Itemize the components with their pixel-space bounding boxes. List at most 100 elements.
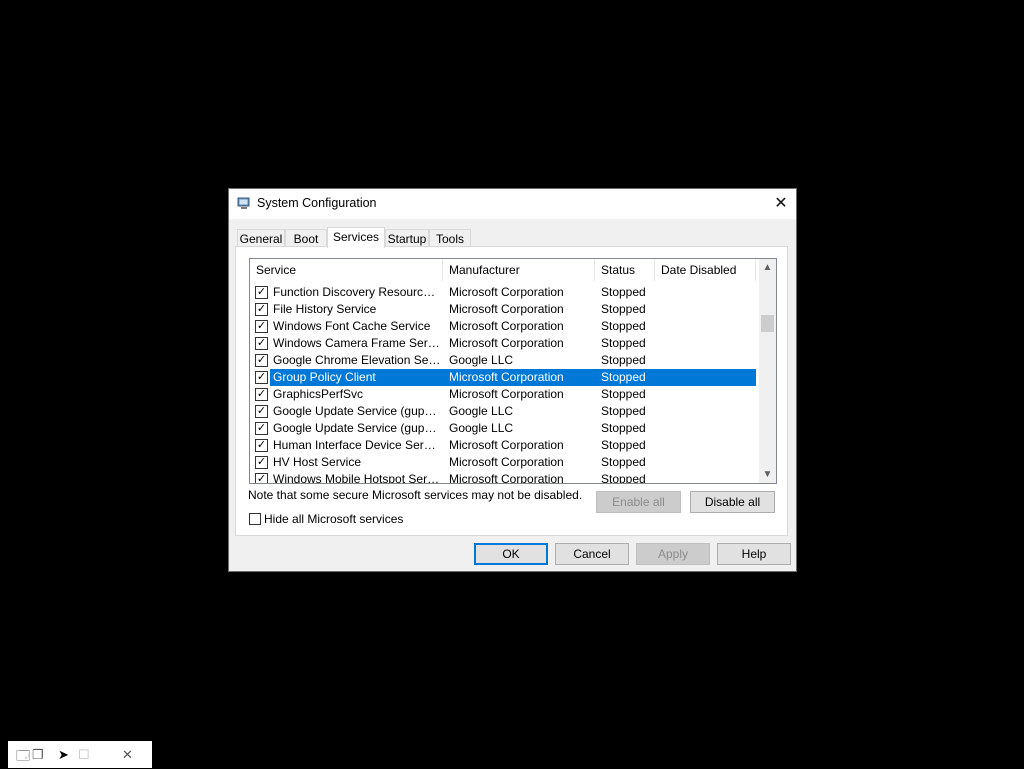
column-header-service[interactable]: Service (250, 259, 443, 281)
services-panel: Service Manufacturer Status Date Disable… (235, 246, 788, 536)
title-bar[interactable]: System Configuration ✕ (229, 189, 796, 219)
mouse-cursor-icon: ➤ (58, 747, 69, 762)
disable-all-button[interactable]: Disable all (690, 491, 775, 513)
service-name-cell: Human Interface Device Service (273, 438, 441, 452)
status-cell: Stopped (601, 387, 646, 401)
row-cells: Google Update Service (gupdatem) Google L… (270, 420, 756, 437)
service-checkbox[interactable]: ✓ (255, 388, 268, 401)
table-row[interactable]: ✓ GraphicsPerfSvc Microsoft Corporation Sto… (250, 386, 760, 403)
service-checkbox[interactable]: ✓ (255, 337, 268, 350)
service-checkbox[interactable]: ✓ (255, 473, 268, 483)
status-cell: Stopped (601, 285, 646, 299)
taskbar-thumbnail[interactable]: 🗔 ❐ ➤ ☐ ✕ (8, 741, 152, 768)
row-cells: GraphicsPerfSvc Microsoft Corporation Stop… (270, 386, 756, 403)
service-name-cell: Google Update Service (gupdatem) (273, 421, 441, 435)
table-row[interactable]: ✓ Google Update Service (gupdate) Google L… (250, 403, 760, 420)
service-name-cell: Windows Camera Frame Server (273, 336, 441, 350)
manufacturer-cell: Google LLC (449, 421, 514, 435)
service-checkbox[interactable]: ✓ (255, 422, 268, 435)
table-row[interactable]: ✓ Windows Font Cache Service Microsoft Cor… (250, 318, 760, 335)
cancel-button[interactable]: Cancel (555, 543, 629, 565)
table-row[interactable]: ✓ Human Interface Device Service Microsoft… (250, 437, 760, 454)
close-button[interactable]: ✕ (766, 189, 796, 219)
service-checkbox[interactable]: ✓ (255, 286, 268, 299)
maximize-icon[interactable]: ☐ (78, 747, 90, 763)
service-name-cell: GraphicsPerfSvc (273, 387, 364, 401)
help-button[interactable]: Help (717, 543, 791, 565)
hide-microsoft-services-label[interactable]: Hide all Microsoft services (264, 512, 403, 526)
service-name-cell: Google Chrome Elevation Servic... (273, 353, 441, 367)
status-cell: Stopped (601, 319, 646, 333)
services-list[interactable]: Service Manufacturer Status Date Disable… (249, 258, 777, 484)
service-name-cell: Windows Mobile Hotspot Service (273, 472, 441, 484)
scrollbar-thumb[interactable] (761, 315, 774, 332)
tab-startup[interactable]: Startup (385, 229, 429, 247)
secure-services-note: Note that some secure Microsoft services… (248, 488, 583, 502)
service-name-cell: Google Update Service (gupdate) (273, 404, 441, 418)
manufacturer-cell: Google LLC (449, 353, 514, 367)
column-header-date-disabled[interactable]: Date Disabled (655, 259, 756, 281)
service-checkbox[interactable]: ✓ (255, 354, 268, 367)
column-header-manufacturer[interactable]: Manufacturer (443, 259, 595, 281)
row-cells: Windows Mobile Hotspot Service Microsoft … (270, 471, 756, 484)
service-checkbox[interactable]: ✓ (255, 320, 268, 333)
table-row[interactable]: ✓ HV Host Service Microsoft Corporation Sto… (250, 454, 760, 471)
apply-button[interactable]: Apply (636, 543, 710, 565)
manufacturer-cell: Microsoft Corporation (449, 472, 564, 484)
row-cells: Group Policy Client Microsoft Corporation… (270, 369, 756, 386)
vertical-scrollbar[interactable]: ▲ ▼ (759, 259, 776, 483)
table-row[interactable]: ✓ Windows Camera Frame Server Microsoft Co… (250, 335, 760, 352)
ok-button[interactable]: OK (474, 543, 548, 565)
manufacturer-cell: Microsoft Corporation (449, 319, 564, 333)
tab-services[interactable]: Services (327, 227, 385, 248)
service-name-cell: File History Service (273, 302, 377, 316)
enable-all-button[interactable]: Enable all (596, 491, 681, 513)
row-cells: Windows Camera Frame Server Microsoft Cor… (270, 335, 756, 352)
table-row[interactable]: ✓ Windows Mobile Hotspot Service Microsoft… (250, 471, 760, 484)
service-checkbox[interactable]: ✓ (255, 303, 268, 316)
row-cells: Human Interface Device Service Microsoft … (270, 437, 756, 454)
service-checkbox[interactable]: ✓ (255, 371, 268, 384)
scroll-up-arrow-icon[interactable]: ▲ (759, 259, 776, 276)
row-cells: Google Update Service (gupdate) Google LL… (270, 403, 756, 420)
column-header-status[interactable]: Status (595, 259, 655, 281)
close-icon[interactable]: ✕ (122, 747, 133, 763)
restore-icon[interactable]: ❐ (32, 747, 44, 763)
table-row[interactable]: ✓ Google Chrome Elevation Servic... Google… (250, 352, 760, 369)
service-name-cell: Group Policy Client (273, 370, 376, 384)
row-cells: Google Chrome Elevation Servic... Google … (270, 352, 756, 369)
status-cell: Stopped (601, 455, 646, 469)
status-cell: Stopped (601, 353, 646, 367)
table-row[interactable]: ✓ Group Policy Client Microsoft Corporatio… (250, 369, 760, 386)
manufacturer-cell: Microsoft Corporation (449, 370, 564, 384)
service-checkbox[interactable]: ✓ (255, 439, 268, 452)
system-configuration-dialog: System Configuration ✕ General Boot Serv… (228, 188, 797, 572)
status-cell: Stopped (601, 404, 646, 418)
table-row[interactable]: ✓ File History Service Microsoft Corporati… (250, 301, 760, 318)
service-checkbox[interactable]: ✓ (255, 405, 268, 418)
table-row[interactable]: ✓ Function Discovery Resource Pu... Micros… (250, 284, 760, 301)
manufacturer-cell: Microsoft Corporation (449, 336, 564, 350)
row-cells: Windows Font Cache Service Microsoft Corp… (270, 318, 756, 335)
scroll-down-arrow-icon[interactable]: ▼ (759, 466, 776, 483)
tab-general[interactable]: General (237, 229, 285, 247)
close-icon: ✕ (774, 195, 788, 212)
service-name-cell: Function Discovery Resource Pu... (273, 285, 441, 299)
table-row[interactable]: ✓Google Update Service (gupdatem)Google … (250, 420, 760, 437)
manufacturer-cell: Microsoft Corporation (449, 387, 564, 401)
status-cell: Stopped (601, 472, 646, 484)
manufacturer-cell: Google LLC (449, 404, 514, 418)
service-checkbox[interactable]: ✓ (255, 456, 268, 469)
row-cells: File History Service Microsoft Corporatio… (270, 301, 756, 318)
system-configuration-icon (237, 197, 250, 209)
service-name-cell: HV Host Service (273, 455, 362, 469)
status-cell: Stopped (601, 302, 646, 316)
status-cell: Stopped (601, 421, 646, 435)
status-cell: Stopped (601, 336, 646, 350)
window-title: System Configuration (257, 196, 377, 210)
hide-microsoft-services-checkbox[interactable] (249, 513, 261, 525)
tab-boot[interactable]: Boot (285, 229, 327, 247)
tab-tools[interactable]: Tools (429, 229, 471, 247)
service-name-cell: Windows Font Cache Service (273, 319, 431, 333)
app-thumbnail-icon: 🗔 (16, 748, 31, 763)
